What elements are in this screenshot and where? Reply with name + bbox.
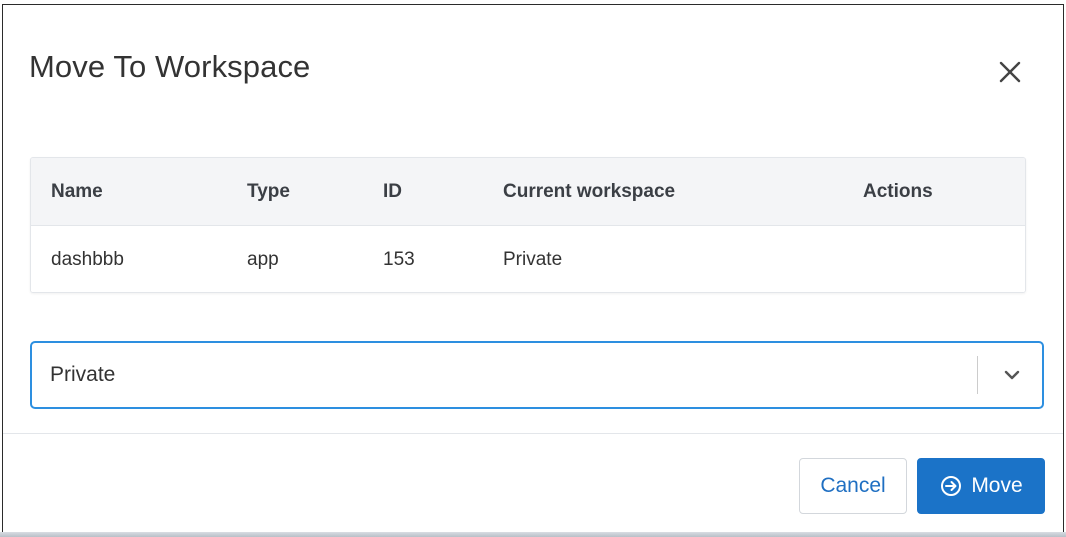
items-table: Name Type ID Current workspace Actions d… xyxy=(30,157,1026,293)
table-header: Name Type ID Current workspace Actions xyxy=(31,158,1025,226)
cell-id: 153 xyxy=(383,249,415,270)
arrow-circle-right-icon xyxy=(939,474,963,498)
footer-divider xyxy=(3,433,1063,434)
column-header-actions: Actions xyxy=(863,181,933,202)
column-header-type: Type xyxy=(247,181,290,202)
background-strip xyxy=(0,532,1066,537)
move-to-workspace-dialog: Move To Workspace Name Type ID Current w… xyxy=(2,4,1064,534)
cell-name: dashbbb xyxy=(51,249,124,270)
column-header-name: Name xyxy=(51,181,103,202)
cell-type: app xyxy=(247,249,279,270)
workspace-select-value: Private xyxy=(50,363,116,386)
cancel-button[interactable]: Cancel xyxy=(799,458,907,514)
column-header-current-workspace: Current workspace xyxy=(503,181,676,202)
cancel-button-label: Cancel xyxy=(820,474,886,497)
move-button[interactable]: Move xyxy=(917,458,1045,514)
workspace-select[interactable]: Private xyxy=(30,341,1044,409)
close-icon xyxy=(999,61,1021,83)
dropdown-toggle[interactable] xyxy=(1000,363,1024,387)
close-button[interactable] xyxy=(993,55,1027,89)
dialog-header: Move To Workspace xyxy=(3,5,1063,133)
table-row: dashbbb app 153 Private xyxy=(31,226,1025,292)
chevron-down-icon xyxy=(1004,370,1020,380)
cell-current-workspace: Private xyxy=(503,249,563,270)
dialog-title: Move To Workspace xyxy=(29,49,311,84)
column-header-id: ID xyxy=(383,181,402,202)
move-button-label: Move xyxy=(971,474,1023,497)
select-separator xyxy=(977,356,978,394)
